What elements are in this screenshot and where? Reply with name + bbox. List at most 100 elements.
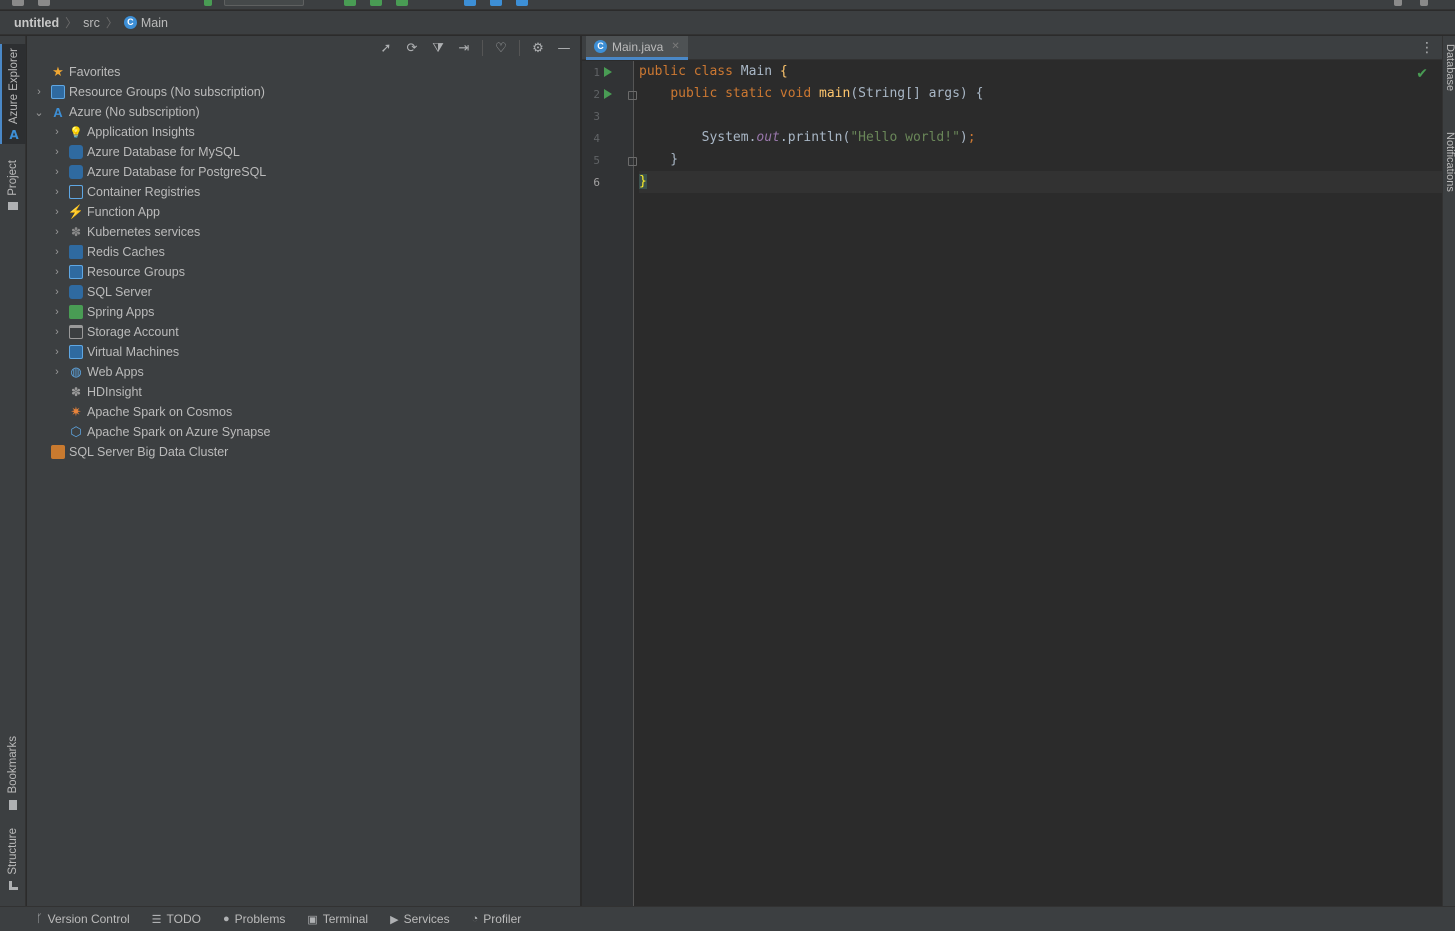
more-vertical-icon[interactable]: ⋮: [1420, 40, 1434, 56]
tab-todo[interactable]: ☰ TODO: [152, 912, 201, 926]
breadcrumb-file[interactable]: Main: [141, 16, 168, 30]
tab-version-control[interactable]: ᚴ Version Control: [36, 912, 130, 926]
tab-main-java[interactable]: C Main.java ✕: [586, 36, 688, 60]
divider: [519, 40, 520, 56]
breadcrumb-project[interactable]: untitled: [14, 16, 59, 30]
tree-item-container-registries[interactable]: › Container Registries: [51, 182, 200, 202]
search-icon[interactable]: [1394, 0, 1402, 6]
tab-database[interactable]: Database: [1444, 44, 1455, 91]
tree-item-label: SQL Server Big Data Cluster: [69, 445, 229, 459]
minimize-icon[interactable]: —: [556, 40, 572, 56]
chevron-right-icon[interactable]: ›: [51, 266, 63, 278]
line-number: 2: [593, 88, 600, 101]
tree-item-resource-groups-root[interactable]: › Resource Groups (No subscription): [33, 82, 265, 102]
tree-item-spring-apps[interactable]: › Spring Apps: [51, 302, 154, 322]
tree-item-mysql[interactable]: › Azure Database for MySQL: [51, 142, 240, 162]
tree-item-label: Kubernetes services: [87, 225, 201, 239]
check-icon[interactable]: ✔: [1416, 66, 1428, 82]
sql-icon: [69, 285, 83, 299]
left-tool-strip: Azure Explorer A Project Bookmarks Struc…: [0, 36, 26, 906]
kubernetes-icon: ✽: [70, 225, 82, 239]
azure-icon: A: [53, 104, 63, 120]
breadcrumb-folder[interactable]: src: [83, 16, 100, 30]
chevron-right-icon[interactable]: ›: [51, 206, 63, 218]
chevron-right-icon: 〉: [105, 16, 118, 30]
toolbar-icon[interactable]: [12, 0, 24, 6]
tree-item-web-apps[interactable]: › ◍ Web Apps: [51, 362, 144, 382]
tree-item-label: SQL Server: [87, 285, 152, 299]
tree-item-resource-groups[interactable]: › Resource Groups: [51, 262, 185, 282]
chevron-right-icon[interactable]: ›: [33, 86, 45, 98]
profiler-icon: ◔: [471, 913, 479, 925]
filter-icon[interactable]: ⧩: [430, 40, 446, 56]
tab-services[interactable]: ▶ Services: [390, 912, 449, 926]
tab-label: Problems: [234, 912, 286, 926]
folder-icon: [8, 201, 18, 210]
fold-icon[interactable]: [628, 91, 637, 100]
azure-icon[interactable]: [516, 0, 528, 6]
code-line: }: [639, 152, 679, 167]
chevron-right-icon[interactable]: ›: [51, 246, 63, 258]
globe-icon: ◍: [70, 364, 82, 379]
run-config-select[interactable]: [224, 0, 304, 6]
chevron-right-icon[interactable]: ›: [51, 146, 63, 158]
tree-item-kubernetes[interactable]: › ✽ Kubernetes services: [51, 222, 200, 242]
debug-icon[interactable]: [344, 0, 356, 6]
chevron-right-icon[interactable]: ›: [51, 306, 63, 318]
refresh-icon[interactable]: ⟳: [404, 40, 420, 56]
run-icon[interactable]: [604, 67, 612, 77]
tree-item-postgresql[interactable]: › Azure Database for PostgreSQL: [51, 162, 266, 182]
settings-icon[interactable]: [1420, 0, 1428, 6]
tree-item-favorites[interactable]: ★ Favorites: [33, 62, 120, 82]
tab-azure-explorer[interactable]: Azure Explorer A: [0, 44, 26, 144]
tab-notifications[interactable]: Notifications: [1444, 132, 1455, 192]
tab-structure[interactable]: Structure: [0, 828, 26, 898]
run-icon[interactable]: [604, 89, 612, 99]
sign-out-icon[interactable]: ⇥: [456, 40, 472, 56]
tab-profiler[interactable]: ◔ Profiler: [472, 912, 522, 926]
tree-item-spark-cosmos[interactable]: ✷ Apache Spark on Cosmos: [51, 402, 233, 422]
azure-icon[interactable]: [490, 0, 502, 6]
tree-item-azure-root[interactable]: ⌄ A Azure (No subscription): [33, 102, 199, 122]
list-icon: ☰: [151, 913, 162, 926]
close-icon[interactable]: ✕: [671, 41, 679, 52]
tree-item-big-data-cluster[interactable]: SQL Server Big Data Cluster: [33, 442, 228, 462]
tree-item-sql-server[interactable]: › SQL Server: [51, 282, 152, 302]
star-icon: ★: [52, 64, 64, 79]
tree-item-virtual-machines[interactable]: › Virtual Machines: [51, 342, 179, 362]
profile-icon[interactable]: [396, 0, 408, 6]
tree-item-label: Apache Spark on Cosmos: [87, 405, 233, 419]
tree-item-hdinsight[interactable]: ✽ HDInsight: [51, 382, 142, 402]
chevron-right-icon[interactable]: ›: [51, 166, 63, 178]
heart-icon[interactable]: ♡: [493, 40, 509, 56]
code-line: System.out.println("Hello world!");: [639, 130, 976, 145]
tab-terminal[interactable]: ▣ Terminal: [307, 912, 368, 926]
toolbar-icon[interactable]: [38, 0, 50, 6]
chevron-right-icon[interactable]: ›: [51, 346, 63, 358]
tab-project-label: Project: [7, 160, 19, 196]
fold-icon[interactable]: [628, 157, 637, 166]
chevron-right-icon[interactable]: ›: [51, 366, 63, 378]
tree-item-function-app[interactable]: › ⚡ Function App: [51, 202, 160, 222]
build-icon[interactable]: [204, 0, 212, 6]
chevron-right-icon[interactable]: ›: [51, 226, 63, 238]
chevron-right-icon[interactable]: ›: [51, 186, 63, 198]
tree-item-storage-account[interactable]: › Storage Account: [51, 322, 179, 342]
tree-item-application-insights[interactable]: › 💡 Application Insights: [51, 122, 195, 142]
chevron-right-icon[interactable]: ›: [51, 126, 63, 138]
chevron-down-icon[interactable]: ⌄: [33, 106, 45, 119]
tree-item-redis[interactable]: › Redis Caches: [51, 242, 165, 262]
tab-project[interactable]: Project: [0, 160, 26, 220]
tree-item-label: Resource Groups (No subscription): [69, 85, 265, 99]
gear-icon[interactable]: ⚙: [530, 40, 546, 56]
code-line: public class Main {: [639, 64, 788, 79]
tree-item-spark-synapse[interactable]: ⬡ Apache Spark on Azure Synapse: [51, 422, 270, 442]
tab-problems[interactable]: ● Problems: [223, 912, 285, 926]
chevron-right-icon[interactable]: ›: [51, 326, 63, 338]
tab-bookmarks[interactable]: Bookmarks: [0, 736, 26, 812]
chevron-right-icon[interactable]: ›: [51, 286, 63, 298]
rocket-icon[interactable]: ➚: [378, 40, 394, 56]
azure-icon[interactable]: [464, 0, 476, 6]
tree-item-label: HDInsight: [87, 385, 142, 399]
coverage-icon[interactable]: [370, 0, 382, 6]
